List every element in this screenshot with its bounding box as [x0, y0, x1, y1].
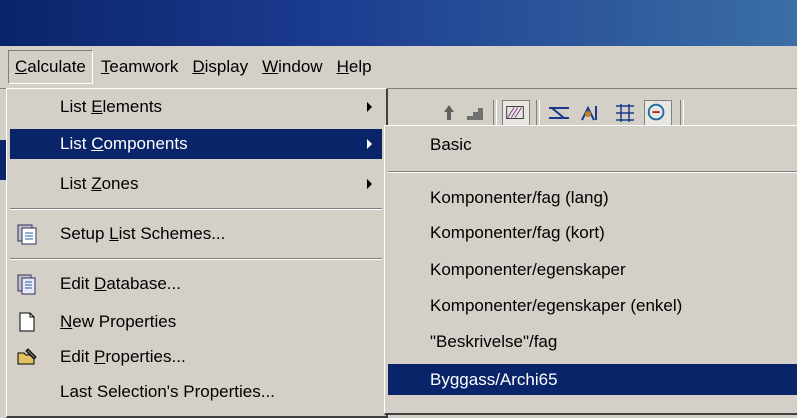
menu-item-last-selection-properties[interactable]: Last Selection's Properties... [10, 377, 382, 407]
menu-item-setup-list-schemes[interactable]: Setup List Schemes... [10, 219, 382, 249]
menu-item-edit-properties[interactable]: Edit Properties... [10, 342, 382, 372]
menu-calculate[interactable]: Calculate [8, 50, 93, 84]
label-tool-icon[interactable] [644, 100, 672, 128]
menu-label: elp [348, 57, 372, 76]
toolbar-separator [493, 100, 497, 128]
menu-label: alculate [27, 57, 86, 76]
menu-item-label: List Zones [60, 174, 139, 193]
hatch-tool-icon[interactable] [502, 100, 530, 128]
submenu-item-komponenter-fag-kort[interactable]: Komponenter/fag (kort) [388, 217, 797, 248]
menu-separator [10, 208, 382, 210]
menu-item-label: Last Selection's Properties... [60, 382, 275, 401]
menu-label: isplay [204, 57, 249, 76]
submenu-item-komponenter-fag-lang[interactable]: Komponenter/fag (lang) [388, 182, 797, 213]
menu-display[interactable]: Display [186, 51, 254, 83]
submenu-item-label: Byggass/Archi65 [430, 370, 558, 389]
list-components-submenu: Basic Komponenter/fag (lang) Komponenter… [384, 125, 797, 415]
submenu-item-label: Komponenter/egenskaper (enkel) [430, 296, 683, 315]
calculate-dropdown-menu: List Elements List Components List Zones… [6, 88, 388, 418]
menu-separator [388, 171, 797, 173]
folder-edit-icon [17, 348, 37, 365]
menu-help[interactable]: Help [331, 51, 378, 83]
menu-accel: H [336, 57, 349, 76]
submenu-item-komponenter-egenskaper-enkel[interactable]: Komponenter/egenskaper (enkel) [388, 290, 797, 321]
submenu-item-label: Komponenter/fag (lang) [430, 188, 609, 207]
menu-separator [10, 258, 382, 260]
submenu-arrow-icon [367, 179, 372, 189]
submenu-item-label: Komponenter/fag (kort) [430, 223, 605, 242]
menu-teamwork[interactable]: Teamwork [95, 51, 184, 83]
menu-item-label: Setup List Schemes... [60, 224, 226, 243]
toolbar-separator [680, 100, 684, 128]
submenu-item-label: Komponenter/egenskaper [430, 260, 626, 279]
menu-label: eamwork [109, 57, 179, 76]
submenu-arrow-icon [367, 102, 372, 112]
submenu-arrow-icon [367, 139, 372, 149]
stair-icon[interactable] [462, 100, 488, 126]
new-document-icon [19, 312, 35, 332]
menu-window[interactable]: Window [256, 51, 328, 83]
database-icon [17, 274, 36, 295]
arrow-up-icon[interactable] [436, 100, 462, 126]
dimension-icon[interactable] [546, 100, 572, 126]
menu-item-list-zones[interactable]: List Zones [10, 169, 382, 199]
menu-label: indow [278, 57, 323, 76]
menu-item-list-elements[interactable]: List Elements [10, 92, 382, 122]
submenu-item-basic[interactable]: Basic [388, 129, 797, 160]
submenu-item-label: Basic [430, 135, 472, 154]
menu-item-new-properties[interactable]: New Properties [10, 307, 382, 337]
toolbar-separator [536, 100, 540, 128]
menu-item-label: List Components [60, 134, 188, 153]
menu-accel: W [262, 57, 279, 76]
menu-item-label: New Properties [60, 312, 177, 331]
menu-bar: Calculate Teamwork Display Window Help [0, 46, 797, 89]
menu-item-label: Edit Database... [60, 274, 181, 293]
menu-item-label: List Elements [60, 97, 163, 116]
submenu-item-beskrivelse-fag[interactable]: "Beskrivelse"/fag [388, 326, 797, 357]
menu-accel: D [192, 57, 205, 76]
menu-accel: C [15, 57, 28, 76]
submenu-item-komponenter-egenskaper[interactable]: Komponenter/egenskaper [388, 254, 797, 285]
list-scheme-icon [17, 224, 37, 245]
menu-item-label: Edit Properties... [60, 347, 186, 366]
menu-item-list-components[interactable]: List Components [10, 129, 382, 159]
level-dimension-icon[interactable] [578, 100, 604, 126]
menu-item-edit-database[interactable]: Edit Database... [10, 269, 382, 299]
submenu-item-label: "Beskrivelse"/fag [430, 332, 558, 351]
grid-dimension-icon[interactable] [612, 100, 638, 126]
submenu-item-byggass-archi65[interactable]: Byggass/Archi65 [388, 364, 797, 395]
window-titlebar [0, 0, 797, 46]
